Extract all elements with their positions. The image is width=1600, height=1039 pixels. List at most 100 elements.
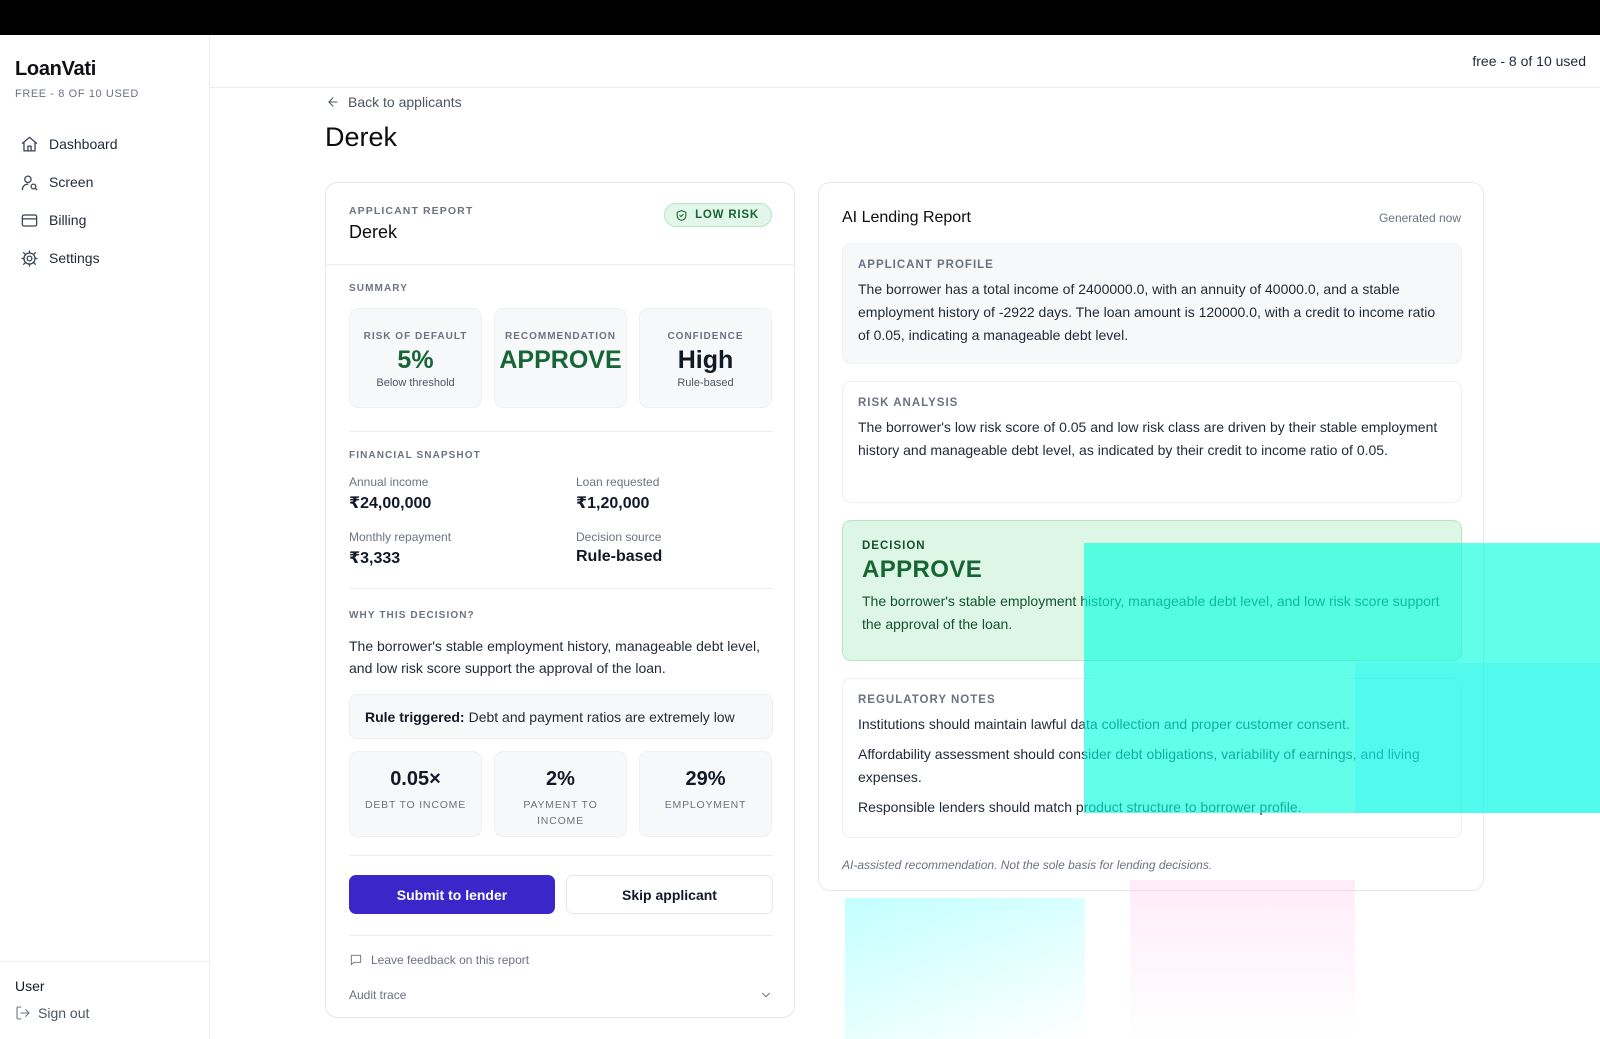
ratio-value: 2% (546, 768, 575, 790)
user-name: User (15, 978, 45, 994)
sidebar: LoanVati FREE - 8 OF 10 USED Dashboard S… (0, 35, 210, 1039)
financial-label: Decision source (576, 530, 662, 544)
summary-tile-value: APPROVE (499, 346, 622, 374)
financial-loan-requested: Loan requested ₹1,20,000 (576, 475, 659, 513)
decision-value: APPROVE (862, 556, 983, 583)
sidebar-item-label: Screen (49, 174, 94, 190)
applicant-report-card: APPLICANT REPORT Derek LOW RISK SUMMARY … (325, 182, 795, 1018)
sign-out-label: Sign out (38, 1005, 90, 1021)
background-glow-cyan (845, 898, 1085, 1039)
divider (349, 935, 773, 936)
summary-tile-sub: Rule-based (677, 377, 734, 389)
sidebar-item-label: Settings (49, 250, 100, 266)
financial-monthly-repayment: Monthly repayment ₹3,333 (349, 530, 451, 568)
ratio-label: EMPLOYMENT (664, 799, 747, 811)
plan-usage-label: FREE - 8 OF 10 USED (15, 88, 139, 100)
rule-triggered-prefix: Rule triggered: (365, 708, 465, 725)
sidebar-item-label: Dashboard (49, 136, 118, 152)
sidebar-item-billing[interactable]: Billing (12, 201, 198, 239)
ratio-label: PAYMENT TO INCOME (523, 799, 598, 827)
leave-feedback-link[interactable]: Leave feedback on this report (349, 953, 529, 967)
sidebar-nav: Dashboard Screen Billing Settings (12, 125, 198, 277)
back-link-label: Back to applicants (348, 94, 462, 110)
background-glow-pink (1130, 880, 1355, 1039)
financial-value: Rule-based (576, 548, 663, 565)
regulatory-notes-block: REGULATORY NOTES Institutions should mai… (842, 678, 1462, 838)
applicant-report-header: APPLICANT REPORT Derek LOW RISK (326, 183, 794, 265)
sidebar-item-screen[interactable]: Screen (12, 163, 198, 201)
gear-icon (21, 249, 38, 267)
financial-label: Annual income (349, 475, 429, 489)
skip-applicant-button[interactable]: Skip applicant (566, 875, 773, 914)
sign-out-button[interactable]: Sign out (15, 1005, 89, 1021)
applicant-name: Derek (349, 222, 398, 242)
financial-snapshot-label: FINANCIAL SNAPSHOT (349, 450, 481, 461)
audit-trace-label: Audit trace (349, 988, 407, 1002)
summary-tile-label: CONFIDENCE (667, 331, 744, 342)
financial-label: Loan requested (576, 475, 660, 489)
why-decision-label: WHY THIS DECISION? (349, 610, 475, 621)
applicant-report-eyebrow: APPLICANT REPORT (349, 205, 474, 217)
risk-badge: LOW RISK (664, 203, 772, 227)
summary-tile-recommendation: RECOMMENDATION APPROVE (494, 308, 627, 408)
brand-logo: LoanVati (15, 58, 96, 80)
decision-label: DECISION (862, 540, 926, 552)
usage-indicator: free - 8 of 10 used (1472, 53, 1586, 69)
summary-tile-label: RISK OF DEFAULT (363, 331, 468, 342)
summary-tile-label: RECOMMENDATION (504, 331, 617, 342)
divider (349, 431, 773, 432)
risk-analysis-text: The borrower's low risk score of 0.05 an… (858, 419, 1438, 458)
sidebar-footer: User Sign out (0, 961, 209, 1039)
divider (349, 855, 773, 856)
page-title: Derek (325, 122, 398, 152)
ratio-payment-to-income: 2% PAYMENT TO INCOME (494, 751, 627, 837)
divider (349, 588, 773, 589)
ratio-label: DEBT TO INCOME (364, 799, 467, 811)
regulatory-note: Responsible lenders should match product… (858, 799, 1302, 815)
financial-value: ₹24,00,000 (349, 495, 432, 512)
summary-tile-sub: Below threshold (376, 377, 455, 389)
ratio-value: 29% (685, 768, 726, 790)
why-decision-text: The borrower's stable employment history… (349, 638, 760, 676)
summary-label: SUMMARY (349, 283, 408, 294)
sidebar-item-dashboard[interactable]: Dashboard (12, 125, 198, 163)
risk-analysis-label: RISK ANALYSIS (858, 397, 959, 409)
ai-lending-report-card: AI Lending Report Generated now APPLICAN… (818, 182, 1484, 891)
shield-check-icon (676, 209, 687, 221)
home-icon (21, 136, 38, 151)
arrow-left-icon (328, 97, 338, 107)
applicant-profile-block: APPLICANT PROFILE The borrower has a tot… (842, 243, 1462, 364)
rule-triggered-text: Debt and payment ratios are extremely lo… (468, 708, 735, 725)
rule-triggered-box: Rule triggered: Debt and payment ratios … (349, 694, 773, 739)
sidebar-item-settings[interactable]: Settings (12, 239, 198, 277)
summary-tile-value: 5% (397, 346, 434, 374)
sign-out-icon (16, 1006, 30, 1020)
top-header: free - 8 of 10 used (210, 35, 1600, 88)
chevron-down-icon (761, 992, 771, 998)
regulatory-note: Institutions should maintain lawful data… (858, 716, 1350, 732)
risk-badge-label: LOW RISK (695, 209, 759, 221)
financial-annual-income: Annual income ₹24,00,000 (349, 475, 431, 513)
decision-block: DECISION APPROVE The borrower's stable e… (842, 520, 1462, 661)
submit-to-lender-button[interactable]: Submit to lender (349, 875, 555, 914)
top-black-bar (0, 0, 1600, 35)
summary-tile-value: High (677, 346, 734, 374)
feedback-label: Leave feedback on this report (371, 953, 530, 967)
financial-value: ₹3,333 (349, 550, 401, 567)
ratio-employment: 29% EMPLOYMENT (639, 751, 772, 837)
message-icon (350, 954, 362, 966)
summary-tile-risk: RISK OF DEFAULT 5% Below threshold (349, 308, 482, 408)
applicant-profile-text: The borrower has a total income of 24000… (858, 281, 1436, 343)
financial-decision-source: Decision source Rule-based (576, 530, 662, 566)
audit-trace-toggle[interactable]: Audit trace (349, 988, 773, 1002)
applicant-profile-label: APPLICANT PROFILE (858, 259, 994, 271)
financial-label: Monthly repayment (349, 530, 452, 544)
risk-analysis-block: RISK ANALYSIS The borrower's low risk sc… (842, 381, 1462, 503)
back-to-applicants-link[interactable]: Back to applicants (326, 94, 462, 110)
user-search-icon (21, 175, 38, 190)
financial-value: ₹1,20,000 (576, 495, 650, 512)
decision-text: The borrower's stable employment history… (862, 593, 1440, 632)
regulatory-notes-label: REGULATORY NOTES (858, 694, 996, 706)
ai-report-title: AI Lending Report (842, 209, 971, 226)
regulatory-note: Affordability assessment should consider… (858, 746, 1420, 785)
